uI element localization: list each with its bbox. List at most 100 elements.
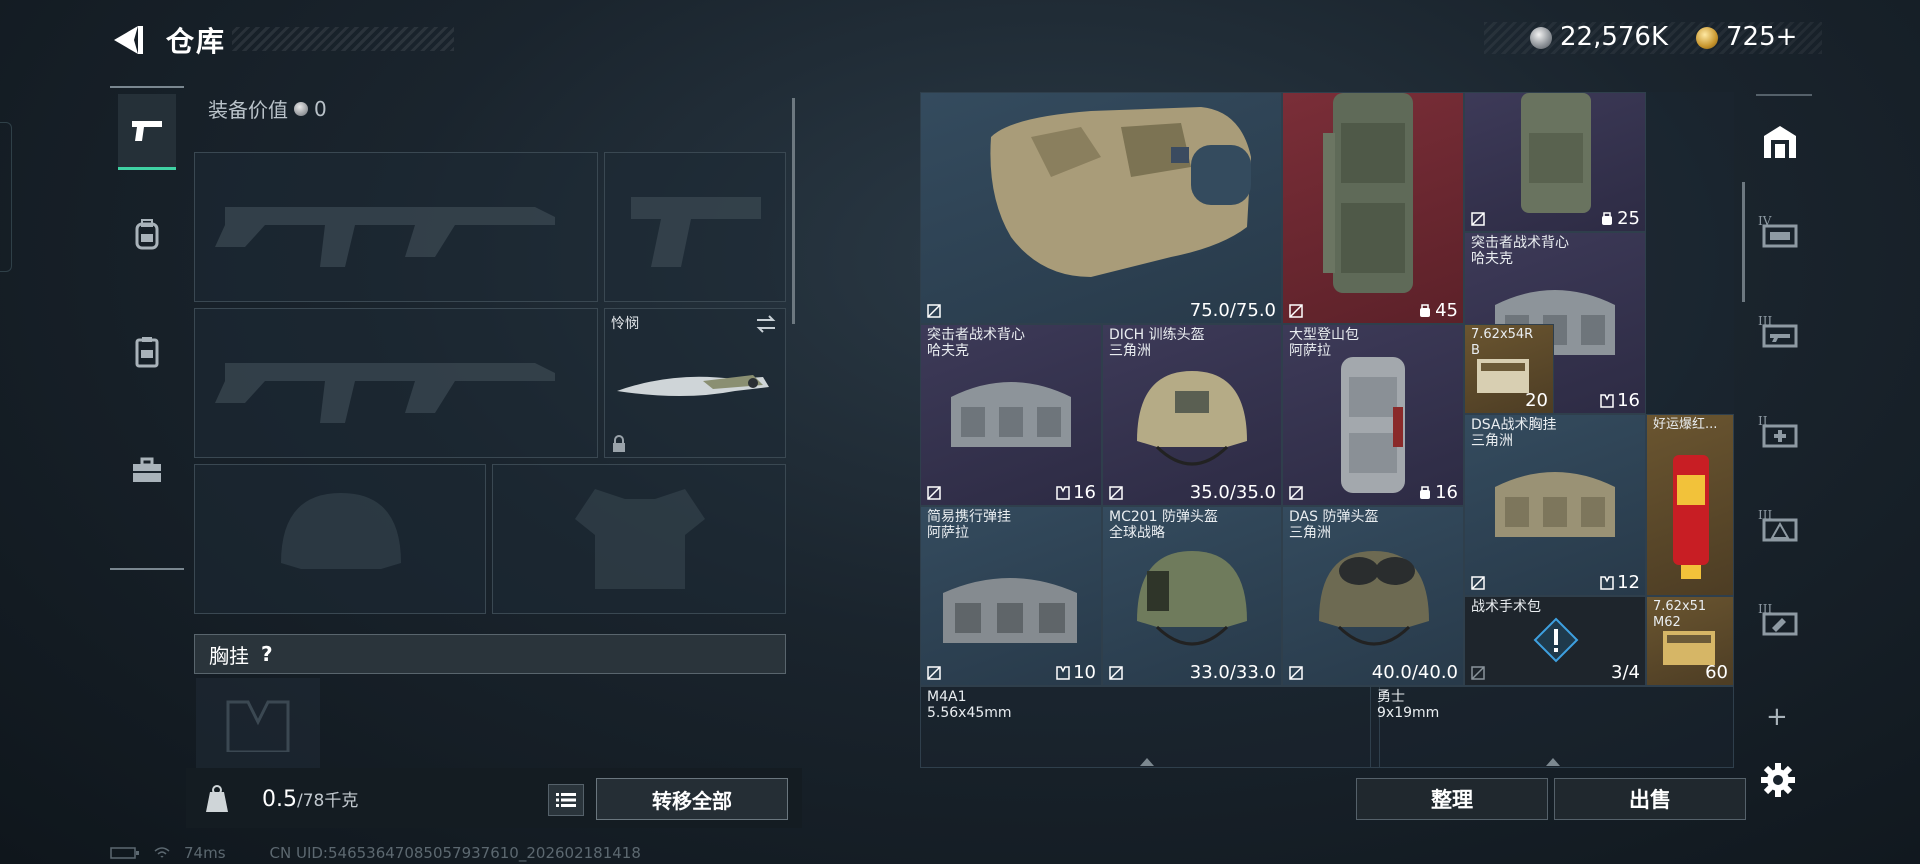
settings-button[interactable] [1760,762,1796,798]
item-name: 突击者战术背心 哈夫克 [1471,235,1569,267]
gold-currency-amount[interactable]: 725+ [1726,22,1797,52]
item-capacity: 12 [1600,572,1640,593]
item-name: M4A1 5.56x45mm [927,689,1012,721]
swap-icon[interactable] [755,315,777,333]
gear-icon [1761,763,1795,797]
backpack-item-image [1341,357,1405,493]
weight-current: 0.5 [262,787,297,812]
stash-item-ammo-762-54[interactable]: 7.62x54R B 20 [1464,324,1554,414]
side-drawer-handle[interactable] [0,122,12,272]
helmet-silhouette-icon [281,493,401,569]
stash-section-marker [1546,758,1560,766]
sort-button[interactable]: 整理 [1356,778,1548,820]
sell-button[interactable]: 出售 [1554,778,1746,820]
item-name: 突击者战术背心 哈夫克 [927,327,1025,359]
stash-item-surgery-kit[interactable]: 战术手术包 3/4 [1464,596,1646,686]
status-bar: 74ms CN UID:54653647085057937610_2026021… [110,844,641,862]
stash-item-ammo-762-51[interactable]: 7.62x51 M62 60 [1646,596,1734,686]
item-capacity: 45 [1418,300,1458,321]
item-name: 好运爆红... [1653,417,1718,432]
loadout-scrollbar[interactable] [792,98,795,324]
stash-item-vest-armor[interactable]: 75.0/75.0 [920,92,1282,324]
pistol-silhouette-icon [631,197,761,267]
title-decoration [232,27,454,51]
stash-item-simple-rig[interactable]: 简易携行弹挂 阿萨拉 10 [920,506,1102,686]
stash-item-mc201-helmet[interactable]: MC201 防弹头盔 全球战略 33.0/33.0 [1102,506,1282,686]
item-name: DSA战术胸挂 三角洲 [1471,417,1557,449]
equipment-value: 装备价值 0 [208,94,327,123]
add-case-button[interactable]: + [1766,702,1788,732]
stash-scrollbar[interactable] [1742,182,1745,302]
list-view-button[interactable] [548,784,584,816]
secondary-weapon-slot[interactable] [194,308,598,458]
nav-armor-tab[interactable] [118,314,176,390]
item-durability: 33.0/33.0 [1189,662,1276,683]
rail-tool-case[interactable]: III [1748,588,1812,658]
toolbox-icon [133,457,161,482]
primary-weapon-slot[interactable] [194,152,598,302]
body-armor-slot[interactable] [492,464,786,614]
carry-weight: 0.5/78千克 [262,786,358,812]
rig-icon [1056,485,1070,500]
tier-label: III [1758,602,1773,616]
help-icon[interactable]: ? [261,642,273,666]
bag-icon [1602,211,1613,225]
transfer-all-button[interactable]: 转移全部 [596,778,788,820]
equip-value-label: 装备价值 [208,98,288,122]
sidearm-slot[interactable] [604,152,786,302]
item-name: DICH 训练头盔 三角洲 [1109,327,1205,359]
item-uses: 3/4 [1611,662,1640,683]
stash-item-vest-top-right[interactable]: 25 [1464,92,1646,232]
nav-weapons-tab[interactable] [118,94,176,170]
nav-backpack-tab[interactable] [118,196,176,272]
nav-divider-top [110,86,184,88]
backpack-item-image [1323,93,1413,293]
helmet-item-image [1319,551,1429,646]
rail-medical-case[interactable]: II [1748,400,1812,470]
weight-icon [206,785,228,812]
item-count: 60 [1705,662,1728,683]
silver-currency-amount: 22,576K [1560,22,1669,52]
item-count: 20 [1525,390,1548,411]
stash-item-lucky-firecracker[interactable]: 好运爆红... [1646,414,1734,596]
rail-gun-case[interactable]: III [1748,300,1812,370]
item-capacity: 25 [1600,208,1640,229]
item-name: DAS 防弹头盔 三角洲 [1289,509,1379,541]
nav-tools-tab[interactable] [118,432,176,508]
list-icon [556,793,576,807]
item-durability: 75.0/75.0 [1189,300,1276,321]
rail-armor-case[interactable]: III [1748,494,1812,564]
loadout-category-nav [110,86,184,570]
no-insure-icon [1289,486,1303,500]
melee-slot[interactable]: 怜悯 [604,308,786,458]
helmet-item-image [1137,371,1247,466]
back-arrow-icon [114,26,143,54]
armor-silhouette-icon [575,489,705,589]
lock-icon [613,435,625,452]
no-insure-icon [1289,304,1303,318]
stash-item-hiking-bag[interactable]: 大型登山包 阿萨拉 16 [1282,324,1464,506]
duffel-rig-item-image [943,578,1077,643]
rail-case-iv[interactable]: IV [1748,200,1812,270]
stash-section-marker [1140,758,1154,766]
rifle-silhouette-icon [215,363,555,423]
helmet-item-image [1137,551,1247,646]
stash-item-das-helmet[interactable]: DAS 防弹头盔 三角洲 40.0/40.0 [1282,506,1464,686]
stash-item-backpack-red[interactable]: 45 [1282,92,1464,324]
stash-item-raider-vest-1[interactable]: 突击者战术背心 哈夫克 16 [920,324,1102,506]
stash-item-ammo-m4a1[interactable]: M4A1 5.56x45mm [920,686,1380,768]
helmet-slot[interactable] [194,464,486,614]
no-insure-icon [1471,666,1485,680]
back-button[interactable] [108,22,146,58]
stash-item-ammo-warrior[interactable]: 勇士 9x19mm [1370,686,1734,768]
stash-item-dsa-rig[interactable]: DSA战术胸挂 三角洲 12 [1464,414,1646,596]
item-capacity: 10 [1056,662,1096,683]
loadout-panel: 装备价值 0 怜悯 胸挂 ? 0.5/78千克 转移全部 [186,88,802,828]
chest-rig-slot[interactable] [196,678,320,768]
no-insure-icon [1471,576,1485,590]
tier-label: II [1758,414,1768,428]
item-capacity: 16 [1418,482,1458,503]
chest-rig-label: 胸挂 [209,643,249,668]
stash-item-dich-helmet[interactable]: DICH 训练头盔 三角洲 35.0/35.0 [1102,324,1282,506]
rail-stash-home[interactable] [1748,106,1812,176]
